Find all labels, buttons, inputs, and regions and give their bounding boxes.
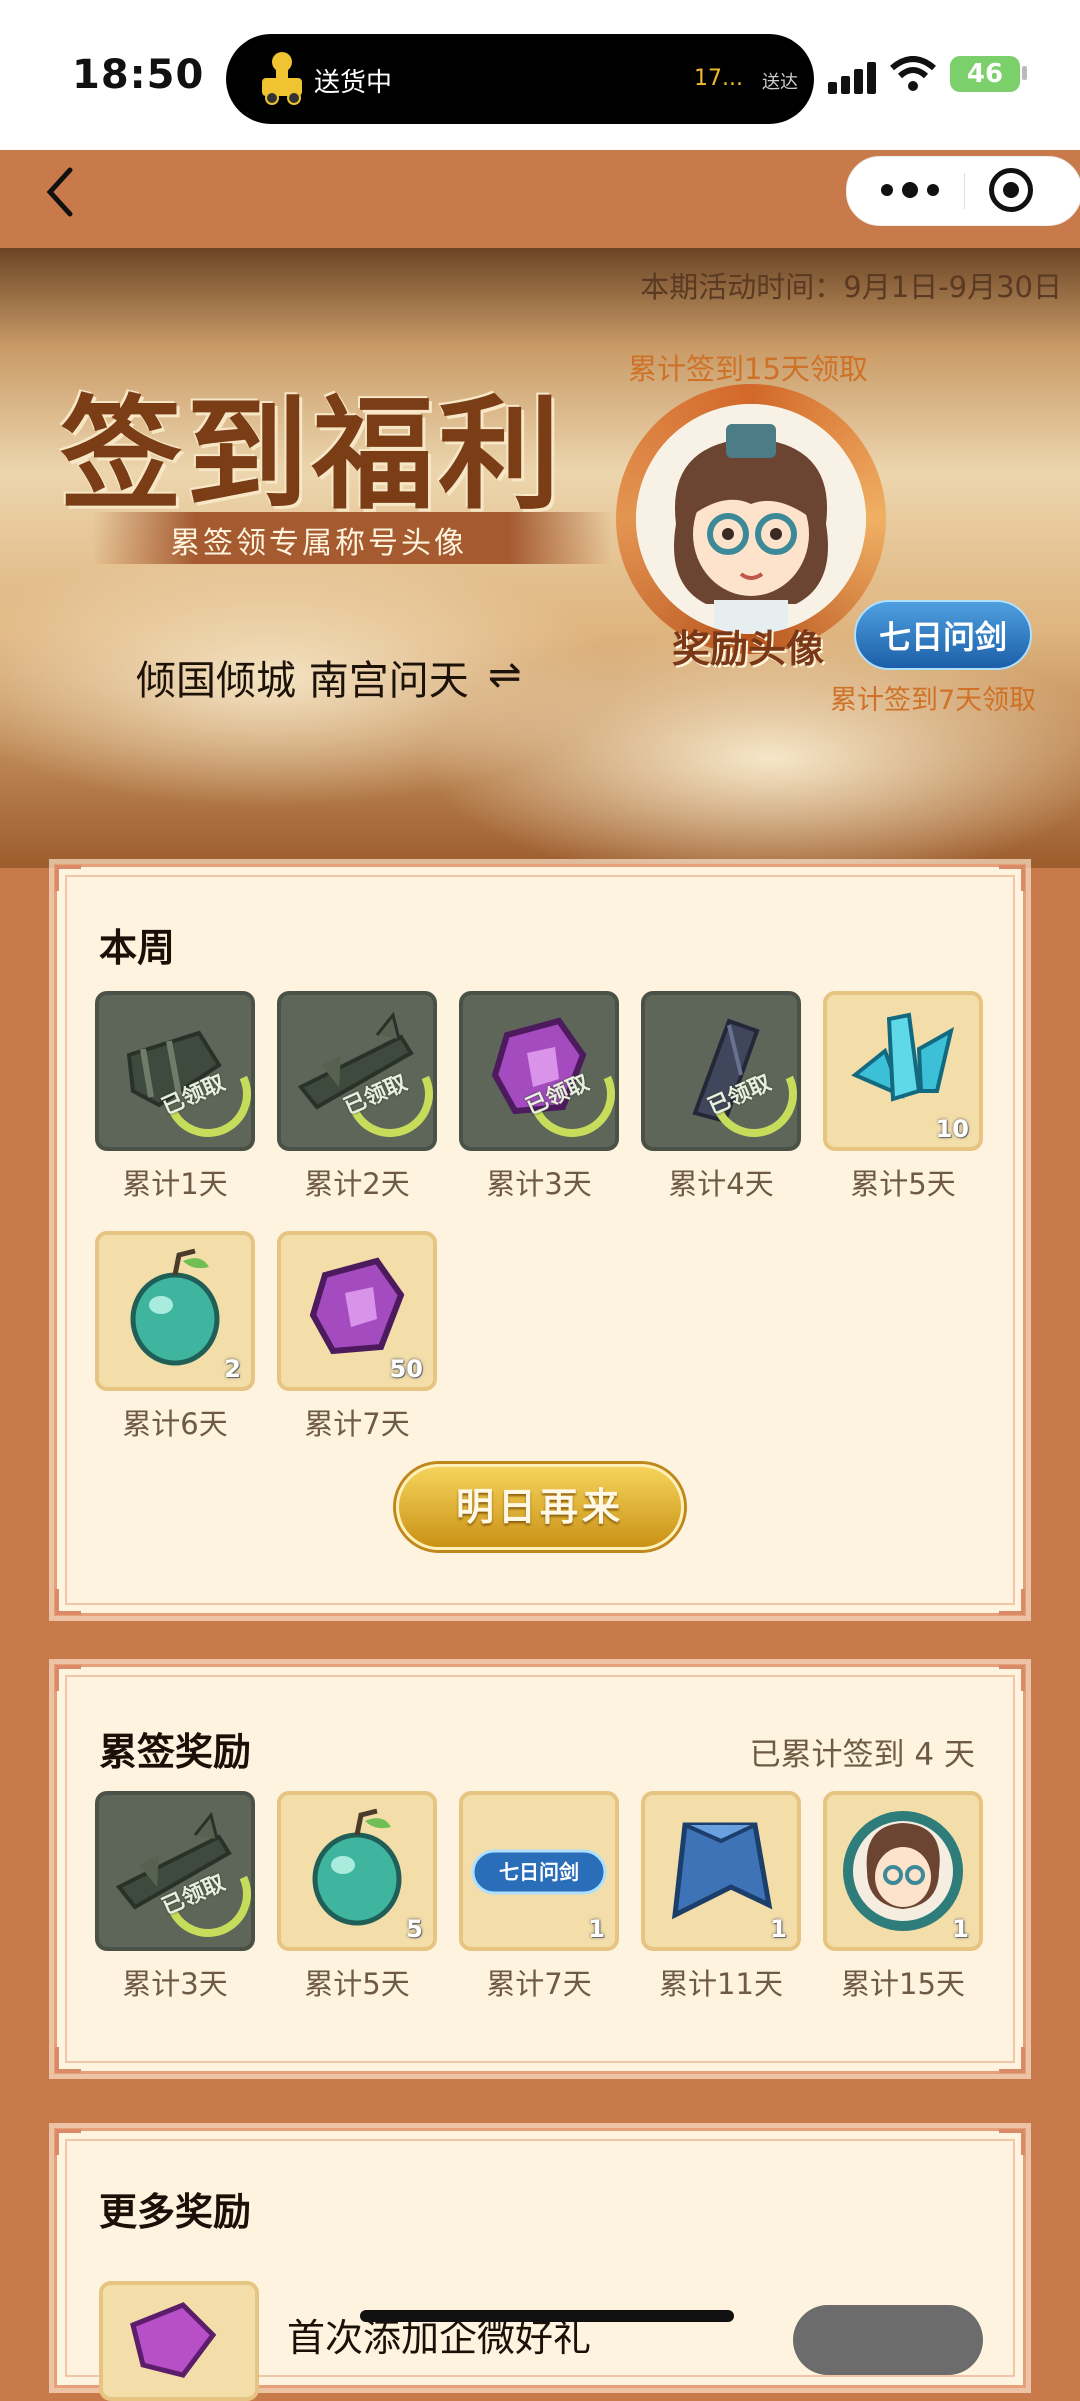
- corner-ornament: [999, 2129, 1025, 2155]
- item-quantity: 1: [770, 1915, 787, 1943]
- reward-item-icon: [99, 2281, 259, 2401]
- reward-cell[interactable]: 1: [641, 1791, 801, 1951]
- live-activity-eta: 17...: [694, 66, 743, 91]
- section-title: 累签奖励: [99, 1730, 252, 1774]
- come-back-tomorrow-button[interactable]: 明日再来: [396, 1464, 684, 1550]
- badge-caption: 累计签到7天领取: [830, 685, 1037, 716]
- more-rewards-panel: 更多奖励 首次添加企微好礼: [54, 2128, 1026, 2401]
- switch-icon[interactable]: ⇌: [488, 652, 522, 698]
- section-title: 更多奖励: [99, 2190, 252, 2234]
- reward-cell[interactable]: 已领取: [95, 991, 264, 1151]
- delivery-icon: [262, 52, 302, 105]
- item-quantity: 5: [406, 1915, 423, 1943]
- reward-day-label: 累计4天: [668, 1167, 774, 1201]
- reward-cell[interactable]: 10: [823, 991, 983, 1151]
- corner-ornament: [55, 1589, 81, 1615]
- corner-ornament: [999, 865, 1025, 891]
- title-badge: 七日问剑: [854, 600, 1032, 670]
- reward-day-label: 累计2天: [304, 1167, 410, 1201]
- target-icon[interactable]: [989, 168, 1033, 212]
- checkin-count: 已累计签到 4 天: [749, 1737, 975, 1773]
- character-avatar-icon: [636, 404, 866, 634]
- reward-day-label: 累计5天: [304, 1967, 410, 2001]
- reward-cell[interactable]: 5: [277, 1791, 437, 1951]
- corner-ornament: [55, 865, 81, 891]
- capsule-divider: [964, 173, 965, 209]
- battery-cap: [1022, 66, 1027, 80]
- wifi-icon: [890, 56, 936, 91]
- reward-day-label: 累计7天: [304, 1407, 410, 1441]
- reward-cell[interactable]: 已领取: [459, 991, 628, 1151]
- reward-cell[interactable]: 50: [277, 1231, 437, 1391]
- live-activity-label: 送货中: [314, 68, 393, 98]
- reward-day-label: 累计7天: [486, 1967, 592, 2001]
- frame-caption: 累计签到15天领取: [628, 352, 868, 386]
- live-activity-status: 送达: [762, 72, 798, 93]
- live-activity[interactable]: 送货中 17... 送达: [226, 34, 814, 124]
- page-subtitle: 累签领专属称号头像: [170, 526, 467, 561]
- home-indicator: [360, 2310, 734, 2322]
- status-bar: 18:50 送货中 17... 送达 46: [0, 0, 1080, 150]
- reward-day-label: 累计3天: [122, 1967, 228, 2001]
- reward-day-label: 累计1天: [122, 1167, 228, 1201]
- more-dots-icon[interactable]: [877, 173, 943, 207]
- badge-text: 七日问剑: [499, 1860, 579, 1884]
- cumulative-rewards-panel: 累签奖励 已累计签到 4 天 已领取累计3天 5 累计5天 七日问剑 1 累计7天 1 累计1…: [54, 1664, 1026, 2074]
- corner-ornament: [55, 2129, 81, 2155]
- status-time: 18:50: [72, 52, 205, 98]
- reward-day-label: 累计5天: [850, 1167, 956, 1201]
- reward-day-label: 累计11天: [659, 1967, 783, 2001]
- corner-ornament: [55, 2047, 81, 2073]
- item-quantity: 2: [224, 1355, 241, 1383]
- reward-day-label: 累计15天: [841, 1967, 965, 2001]
- reward-cell[interactable]: 已领取: [95, 1791, 264, 1951]
- miniprogram-capsule: [846, 156, 1080, 226]
- reward-day-label: 累计3天: [486, 1167, 592, 1201]
- item-quantity: 50: [389, 1355, 423, 1383]
- corner-ornament: [999, 1665, 1025, 1691]
- reward-day-label: 累计6天: [122, 1407, 228, 1441]
- item-quantity: 1: [952, 1915, 969, 1943]
- reward-cell[interactable]: 已领取: [641, 991, 810, 1151]
- chevron-left-icon[interactable]: [40, 164, 80, 220]
- reward-avatar: [636, 404, 866, 634]
- reward-cell[interactable]: 七日问剑 1: [459, 1791, 619, 1951]
- more-item-button[interactable]: [793, 2305, 983, 2375]
- corner-ornament: [999, 1589, 1025, 1615]
- activity-period: 本期活动时间：9月1日-9月30日: [640, 270, 1062, 304]
- hero-banner: 本期活动时间：9月1日-9月30日 签到福利 累签领专属称号头像 倾国倾城 南宫…: [0, 248, 1080, 868]
- corner-ornament: [55, 1665, 81, 1691]
- signal-icon: [828, 62, 876, 94]
- page-title: 签到福利: [60, 382, 564, 526]
- reward-cell[interactable]: 1: [823, 1791, 983, 1951]
- avatar-label: 奖励头像: [672, 626, 825, 671]
- item-quantity: 10: [935, 1115, 969, 1143]
- avatar-frame: [616, 384, 886, 654]
- item-quantity: 1: [588, 1915, 605, 1943]
- reward-cell[interactable]: 已领取: [277, 991, 446, 1151]
- server-character[interactable]: 倾国倾城 南宫问天: [136, 648, 469, 706]
- battery-indicator: 46: [950, 56, 1020, 92]
- section-title: 本周: [99, 926, 176, 970]
- corner-ornament: [999, 2047, 1025, 2073]
- reward-cell[interactable]: 2: [95, 1231, 255, 1391]
